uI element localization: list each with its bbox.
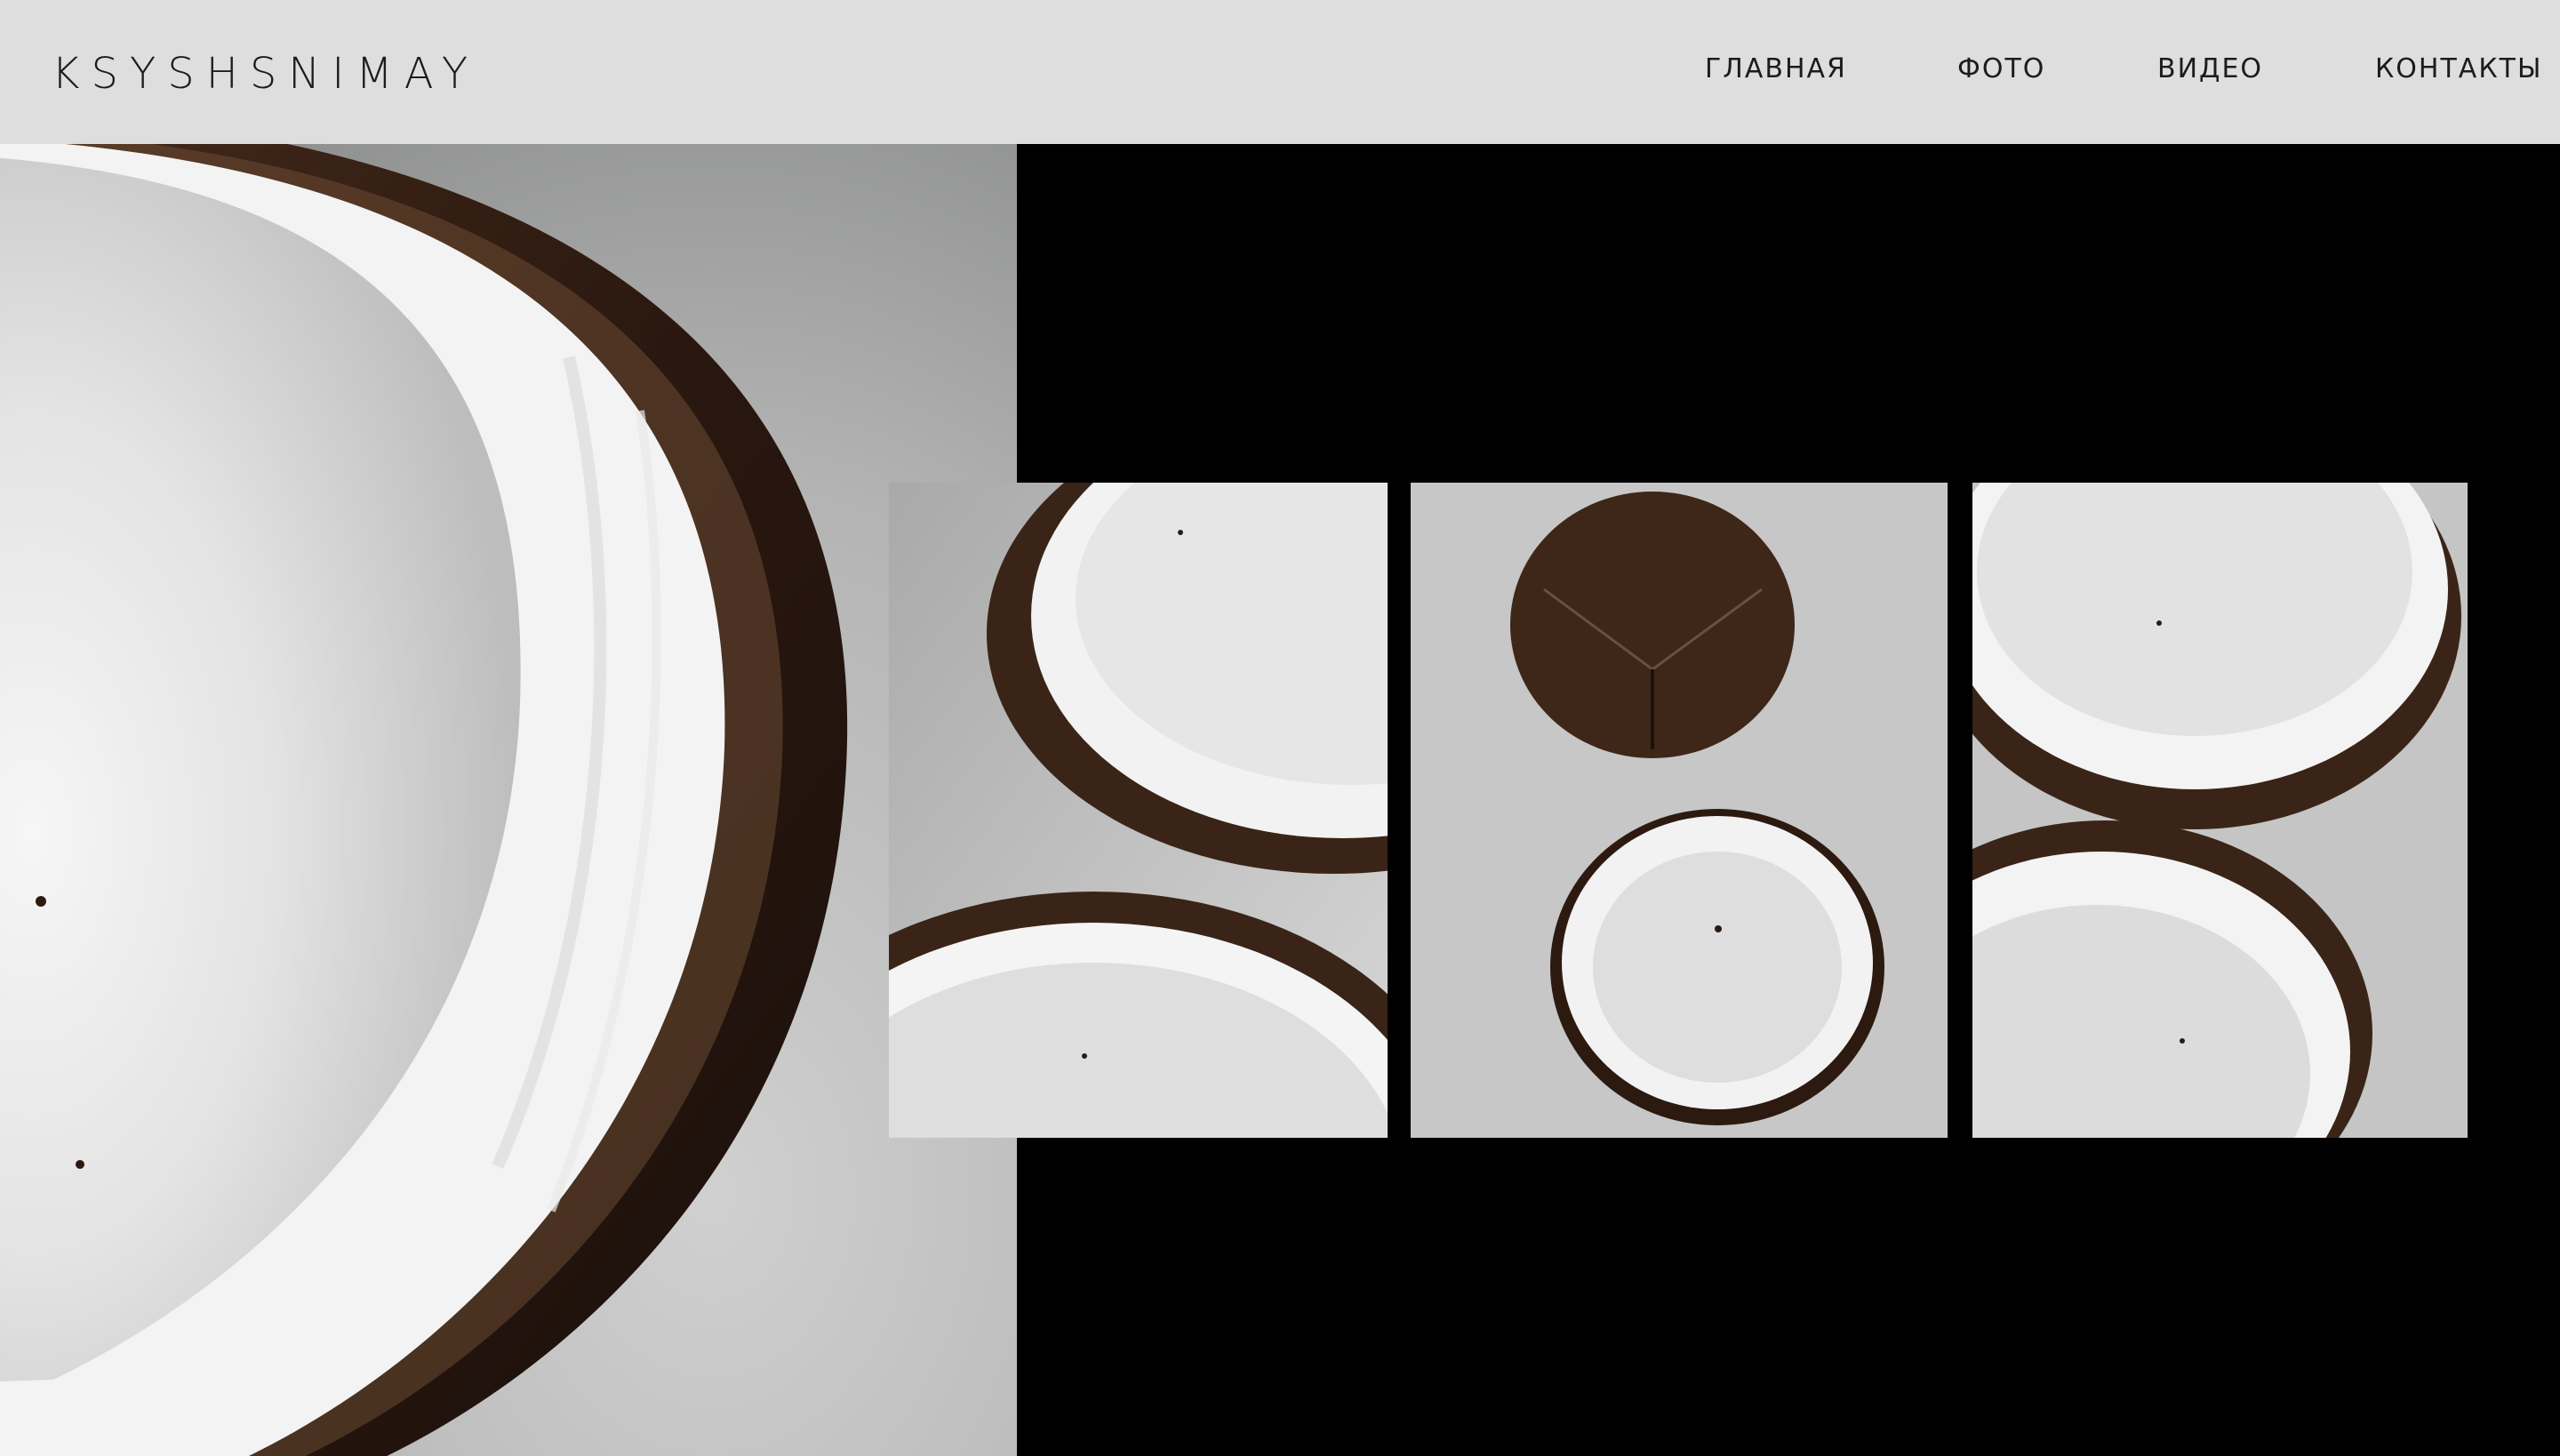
nav-item-home[interactable]: ГЛАВНАЯ: [1705, 52, 1847, 87]
photo-thumb-two-halves[interactable]: [889, 483, 1388, 1138]
nav-item-photo[interactable]: ФОТО: [1957, 52, 2045, 87]
nav-item-video[interactable]: ВИДЕО: [2157, 52, 2263, 87]
nav-item-contacts[interactable]: КОНТАКТЫ: [2375, 52, 2542, 87]
site-logo[interactable]: KSYSHSNIMAY: [52, 48, 479, 100]
photo-thumb-whole-and-half[interactable]: [1411, 483, 1948, 1138]
photo-thumb-stacked-halves[interactable]: [1972, 483, 2468, 1138]
gallery-stage: [0, 144, 2560, 1456]
hero-photo-coconut-half[interactable]: [0, 144, 1017, 1456]
site-header: KSYSHSNIMAY ГЛАВНАЯ ФОТО ВИДЕО КОНТАКТЫ: [0, 0, 2560, 144]
